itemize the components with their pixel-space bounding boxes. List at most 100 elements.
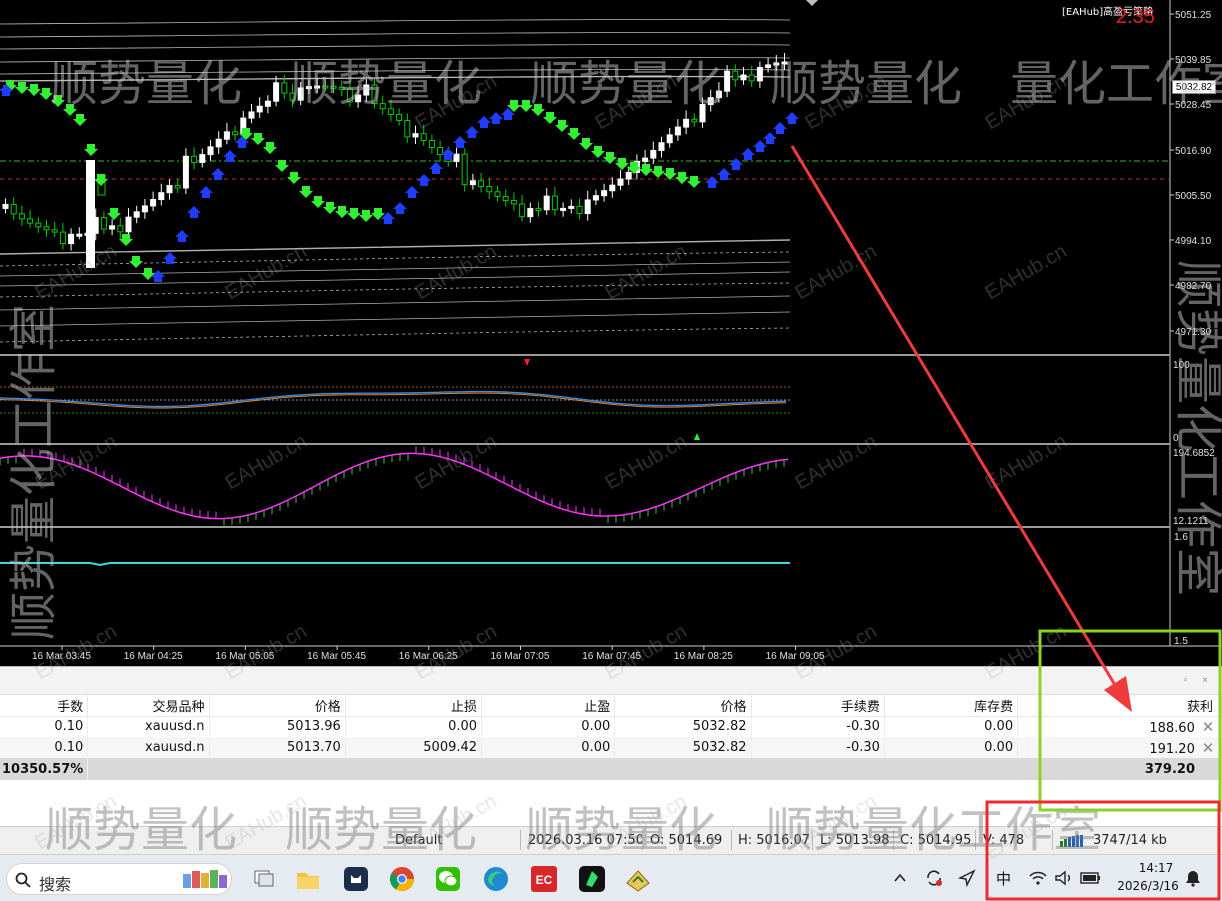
- green-app-icon[interactable]: [578, 865, 606, 893]
- sell-signal-arrow: [687, 176, 701, 188]
- table-cell: xauusd.n: [87, 716, 210, 737]
- sell-signal-arrow: [347, 208, 361, 220]
- table-cell: 0.00: [884, 737, 1019, 758]
- candle-body: [560, 207, 567, 211]
- table-cell: -0.30: [751, 737, 885, 758]
- battery-icon[interactable]: [1080, 870, 1102, 886]
- candle-body: [478, 180, 485, 188]
- bottom-axis-label: 1.5: [1174, 636, 1188, 647]
- location-arrow-icon[interactable]: [958, 869, 976, 887]
- candle-body: [10, 203, 17, 215]
- column-header[interactable]: 手数: [0, 695, 89, 717]
- candle-body: [125, 216, 132, 233]
- close-position-icon[interactable]: ✕: [1199, 739, 1217, 757]
- status-low: L: 5013.98: [820, 833, 890, 848]
- buy-signal-arrow: [417, 174, 431, 186]
- column-header[interactable]: 交易品种: [87, 695, 210, 717]
- buy-signal-arrow: [729, 158, 743, 170]
- buy-signal-arrow: [477, 116, 491, 128]
- profile-name[interactable]: Default: [395, 833, 443, 848]
- bottom-indicator-line: [0, 562, 790, 567]
- candle-body: [150, 199, 157, 207]
- sync-icon[interactable]: [924, 868, 944, 888]
- column-header[interactable]: 手续费: [751, 695, 885, 717]
- close-position-icon[interactable]: ✕: [1199, 718, 1217, 736]
- chevron-up-icon[interactable]: [892, 870, 908, 886]
- position-row[interactable]: 0.10 xauusd.n 5013.70 5009.42 0.00 5032.82 -0.…: [0, 737, 1222, 758]
- time-label: 16 Mar 04:25: [124, 651, 183, 662]
- candle-body: [420, 133, 427, 142]
- cat-app-icon[interactable]: [342, 865, 370, 893]
- candle-body: [527, 208, 534, 218]
- candle-body: [322, 85, 329, 89]
- speaker-icon[interactable]: [1054, 870, 1074, 886]
- envelope-band-line: [0, 69, 791, 75]
- trade-panel: ▫ × 手数 交易品种 价格 止损 止盈 价格 手续费 库存费 获利 0.10 xauusd.n 5…: [0, 666, 1222, 826]
- table-header-row: 手数 交易品种 价格 止损 止盈 价格 手续费 库存费 获利: [0, 695, 1222, 717]
- position-row[interactable]: 0.10 xauusd.n 5013.96 0.00 0.00 5032.82 -0.30 0…: [0, 716, 1222, 737]
- column-header[interactable]: 价格: [209, 695, 346, 717]
- status-bar: Default 2026.03.16 07:50 O: 5014.69 H: 5…: [0, 826, 1222, 854]
- column-header[interactable]: 止盈: [481, 695, 616, 717]
- candle-body: [773, 62, 780, 66]
- column-header[interactable]: 库存费: [884, 695, 1019, 717]
- wechat-icon[interactable]: [434, 865, 462, 893]
- candle-body: [43, 226, 50, 231]
- buy-signal-arrow: [175, 230, 189, 242]
- clock-time[interactable]: 14:17: [1128, 861, 1184, 875]
- candle-body: [273, 82, 280, 102]
- clock-date[interactable]: 2026/3/16: [1112, 879, 1184, 893]
- candle-body: [748, 74, 755, 82]
- sell-signal-arrow: [335, 206, 349, 218]
- candle-body: [215, 138, 222, 148]
- candle-body: [437, 147, 444, 156]
- chart-window[interactable]: 5051.25 5039.85 5028.45 5016.90 5005.50 4994.…: [0, 0, 1222, 666]
- wifi-icon[interactable]: [1028, 870, 1048, 886]
- taskbar-search[interactable]: 搜索: [6, 863, 232, 895]
- status-datetime: 2026.03.16 07:50: [528, 833, 645, 848]
- time-label: 16 Mar 05:45: [307, 651, 366, 662]
- candle-body: [650, 149, 657, 159]
- positions-table: 手数 交易品种 价格 止损 止盈 价格 手续费 库存费 获利 0.10 xauusd.n 5013.…: [0, 695, 1222, 780]
- column-header[interactable]: 价格: [614, 695, 752, 717]
- time-label: 16 Mar 08:25: [674, 651, 733, 662]
- sell-signal-arrow: [107, 208, 121, 220]
- candle-body: [174, 184, 181, 189]
- chrome-icon[interactable]: [388, 865, 416, 893]
- price-chart[interactable]: 5051.25 5039.85 5028.45 5016.90 5005.50 4994.…: [0, 0, 1222, 666]
- candle-body: [387, 108, 394, 115]
- candle-body: [658, 142, 665, 151]
- column-header[interactable]: 止损: [345, 695, 483, 717]
- ec-app-icon[interactable]: EC: [530, 865, 558, 893]
- candle-body: [297, 87, 304, 101]
- candle-body: [781, 61, 788, 65]
- status-high: H: 5016.07: [738, 833, 811, 848]
- candle-body: [68, 233, 75, 245]
- buy-signal-arrow: [453, 136, 467, 148]
- price-axis-label: 4971.30: [1175, 327, 1212, 338]
- buy-signal-arrow: [223, 150, 237, 162]
- candle-body: [100, 217, 107, 230]
- notification-bell-icon[interactable]: [1184, 869, 1202, 887]
- candle-body: [724, 70, 731, 92]
- envelope-band-line: [0, 75, 791, 82]
- file-explorer-icon[interactable]: [294, 865, 322, 893]
- column-header[interactable]: 获利: [1017, 695, 1222, 717]
- ime-indicator[interactable]: 中: [996, 868, 1011, 889]
- envelope-band-line: [0, 327, 791, 343]
- candle-body: [617, 178, 624, 186]
- task-view-icon[interactable]: [250, 865, 278, 893]
- stock-app-icon[interactable]: [624, 865, 652, 893]
- search-highlight-icon: [183, 870, 227, 888]
- buy-signal-arrow: [429, 162, 443, 174]
- status-volume: V: 478: [983, 833, 1025, 848]
- sell-signal-arrow: [141, 268, 155, 280]
- table-cell: 5032.82: [614, 716, 752, 737]
- edge-icon[interactable]: [482, 865, 510, 893]
- panel-window-buttons[interactable]: ▫ ×: [1184, 675, 1214, 686]
- table-cell: 0.00: [884, 716, 1019, 737]
- candle-body: [199, 154, 206, 163]
- candle-body: [371, 84, 378, 105]
- chart-shift-marker: [806, 0, 818, 6]
- candle-body: [535, 208, 542, 212]
